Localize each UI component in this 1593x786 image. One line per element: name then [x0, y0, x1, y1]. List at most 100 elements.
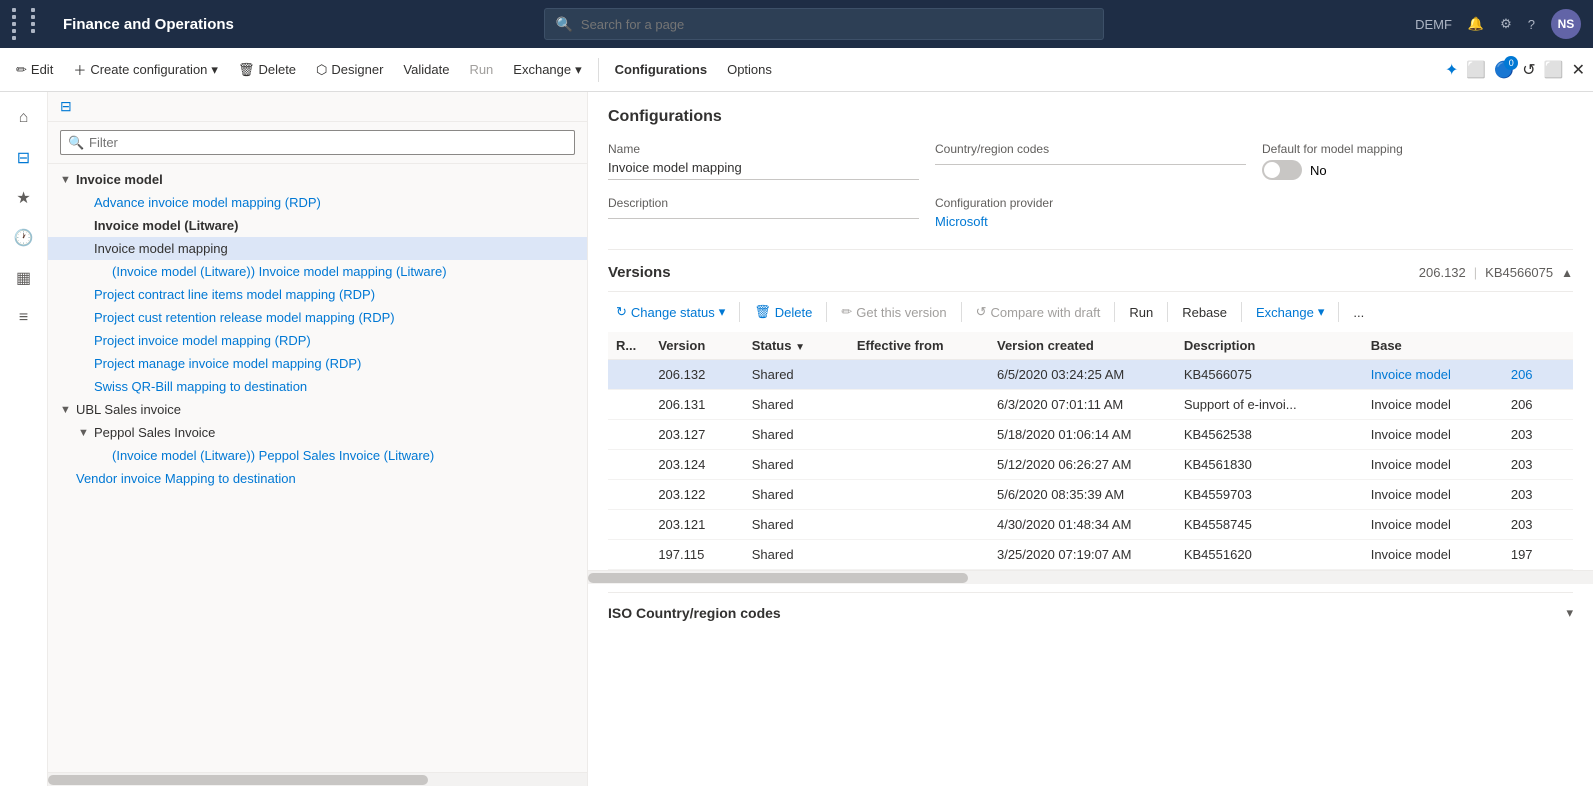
tree-item[interactable]: ▼Invoice model — [48, 168, 587, 191]
cell-base-num: 203 — [1503, 510, 1573, 540]
sparkle-icon[interactable]: ✦ — [1445, 60, 1458, 80]
default-mapping-field: Default for model mapping No — [1262, 142, 1573, 180]
tree-item[interactable]: Project contract line items model mappin… — [48, 283, 587, 306]
table-row[interactable]: 206.131 Shared 6/3/2020 07:01:11 AM Supp… — [608, 390, 1573, 420]
tree-item-label[interactable]: Project contract line items model mappin… — [94, 287, 375, 302]
tree-item[interactable]: Vendor invoice Mapping to destination — [48, 467, 587, 490]
table-row[interactable]: 206.132 Shared 6/5/2020 03:24:25 AM KB45… — [608, 360, 1573, 390]
tree-item[interactable]: Invoice model (Litware) — [48, 214, 587, 237]
iso-header[interactable]: ISO Country/region codes ▾ — [608, 592, 1573, 633]
delete-icon: 🗑 — [238, 62, 255, 78]
notification-icon[interactable]: 🔔 — [1468, 16, 1484, 32]
status-filter-icon[interactable]: ▼ — [795, 342, 805, 353]
filter-icon[interactable]: ⊟ — [6, 140, 42, 176]
tree-horizontal-scrollbar[interactable] — [48, 772, 587, 786]
tree-item[interactable]: ▼Peppol Sales Invoice — [48, 421, 587, 444]
base-num-link[interactable]: 206 — [1511, 367, 1533, 382]
refresh-icon[interactable]: ↺ — [1522, 60, 1535, 80]
tree-item-label[interactable]: Project invoice model mapping (RDP) — [94, 333, 311, 348]
cell-version-created: 4/30/2020 01:48:34 AM — [989, 510, 1176, 540]
tree-item-label[interactable]: Project manage invoice model mapping (RD… — [94, 356, 361, 371]
compare-draft-button[interactable]: ↺ Compare with draft — [968, 300, 1109, 324]
panel-icon[interactable]: ⬜ — [1466, 60, 1486, 80]
close-icon[interactable]: ✕ — [1572, 60, 1585, 80]
versions-delete-button[interactable]: 🗑 Delete — [746, 300, 820, 324]
description-field: Description — [608, 196, 919, 233]
badge-icon[interactable]: 🔵0 — [1494, 60, 1514, 80]
validate-button[interactable]: Validate — [395, 58, 457, 81]
cell-description: KB4562538 — [1176, 420, 1363, 450]
versions-run-button[interactable]: Run — [1121, 301, 1161, 324]
designer-button[interactable]: ⬡ Designer — [308, 58, 391, 82]
tree-item[interactable]: ▼UBL Sales invoice — [48, 398, 587, 421]
change-status-button[interactable]: ↻ Change status ▾ — [608, 300, 733, 324]
tree-item[interactable]: Project manage invoice model mapping (RD… — [48, 352, 587, 375]
tree-filter-icon[interactable]: ⊟ — [60, 98, 72, 115]
table-row[interactable]: 203.124 Shared 5/12/2020 06:26:27 AM KB4… — [608, 450, 1573, 480]
get-this-version-button[interactable]: ✏ Get this version — [833, 300, 954, 324]
tree-item[interactable]: Project invoice model mapping (RDP) — [48, 329, 587, 352]
versions-exchange-button[interactable]: Exchange ▾ — [1248, 300, 1332, 324]
table-icon[interactable]: ▦ — [6, 260, 42, 296]
configurations-button[interactable]: Configurations — [607, 58, 715, 81]
table-row[interactable]: 197.115 Shared 3/25/2020 07:19:07 AM KB4… — [608, 540, 1573, 570]
cell-r — [608, 450, 650, 480]
tree-item-label[interactable]: (Invoice model (Litware)) Invoice model … — [112, 264, 447, 279]
tree-item[interactable]: Invoice model mapping — [48, 237, 587, 260]
run-button[interactable]: Run — [461, 58, 501, 81]
get-version-icon: ✏ — [841, 304, 852, 320]
app-menu-icon[interactable] — [12, 8, 47, 40]
designer-icon: ⬡ — [316, 62, 327, 78]
more-button[interactable]: ... — [1345, 301, 1372, 324]
versions-horizontal-scrollbar[interactable] — [588, 570, 1593, 584]
country-value — [935, 160, 1246, 165]
versions-meta-version: 206.132 — [1419, 265, 1466, 280]
table-row[interactable]: 203.121 Shared 4/30/2020 01:48:34 AM KB4… — [608, 510, 1573, 540]
user-avatar[interactable]: NS — [1551, 9, 1581, 39]
exchange-button[interactable]: Exchange ▾ — [505, 58, 589, 82]
cell-effective-from — [849, 360, 989, 390]
tree-item-label[interactable]: Vendor invoice Mapping to destination — [76, 471, 296, 486]
tree-item[interactable]: Advance invoice model mapping (RDP) — [48, 191, 587, 214]
cell-version-created: 5/12/2020 06:26:27 AM — [989, 450, 1176, 480]
tree-item-label[interactable]: Project cust retention release model map… — [94, 310, 395, 325]
cell-r — [608, 390, 650, 420]
delete-button[interactable]: 🗑 Delete — [230, 58, 304, 82]
recent-icon[interactable]: 🕐 — [6, 220, 42, 256]
options-button[interactable]: Options — [719, 58, 780, 81]
rebase-button[interactable]: Rebase — [1174, 301, 1235, 324]
search-input[interactable] — [581, 17, 1094, 32]
favorites-icon[interactable]: ★ — [6, 180, 42, 216]
restore-icon[interactable]: ⬜ — [1544, 60, 1564, 80]
edit-button[interactable]: ✏ Edit — [8, 58, 61, 82]
tree-toggle-icon[interactable]: ▼ — [60, 404, 72, 416]
help-icon[interactable]: ? — [1528, 17, 1535, 32]
table-row[interactable]: 203.122 Shared 5/6/2020 08:35:39 AM KB45… — [608, 480, 1573, 510]
tree-toggle-icon[interactable]: ▼ — [60, 174, 72, 186]
side-icon-bar: ⌂ ⊟ ★ 🕐 ▦ ≡ — [0, 92, 48, 786]
settings-icon[interactable]: ⚙ — [1500, 16, 1512, 32]
cell-version-created: 5/18/2020 01:06:14 AM — [989, 420, 1176, 450]
provider-value[interactable]: Microsoft — [935, 214, 1246, 233]
versions-collapse-icon[interactable]: ▲ — [1561, 266, 1573, 280]
tree-item-label[interactable]: Swiss QR-Bill mapping to destination — [94, 379, 307, 394]
tree-item[interactable]: Swiss QR-Bill mapping to destination — [48, 375, 587, 398]
tree-item-label[interactable]: Advance invoice model mapping (RDP) — [94, 195, 321, 210]
tree-item[interactable]: (Invoice model (Litware)) Invoice model … — [48, 260, 587, 283]
tree-filter-input[interactable] — [60, 130, 575, 155]
search-bar[interactable]: 🔍 — [544, 8, 1104, 40]
versions-meta: 206.132 | KB4566075 ▲ — [1419, 265, 1573, 280]
home-icon[interactable]: ⌂ — [6, 100, 42, 136]
default-mapping-toggle[interactable] — [1262, 160, 1302, 180]
tree-toggle-icon[interactable]: ▼ — [78, 427, 90, 439]
base-link[interactable]: Invoice model — [1371, 367, 1451, 382]
create-config-button[interactable]: ＋ Create configuration ▾ — [65, 56, 226, 83]
list-icon[interactable]: ≡ — [6, 300, 42, 336]
tree-item[interactable]: Project cust retention release model map… — [48, 306, 587, 329]
table-row[interactable]: 203.127 Shared 5/18/2020 01:06:14 AM KB4… — [608, 420, 1573, 450]
tree-item-label[interactable]: (Invoice model (Litware)) Peppol Sales I… — [112, 448, 434, 463]
description-value — [608, 214, 919, 219]
tree-item[interactable]: (Invoice model (Litware)) Peppol Sales I… — [48, 444, 587, 467]
col-header-r: R... — [608, 332, 650, 360]
default-mapping-value: No — [1310, 163, 1327, 178]
